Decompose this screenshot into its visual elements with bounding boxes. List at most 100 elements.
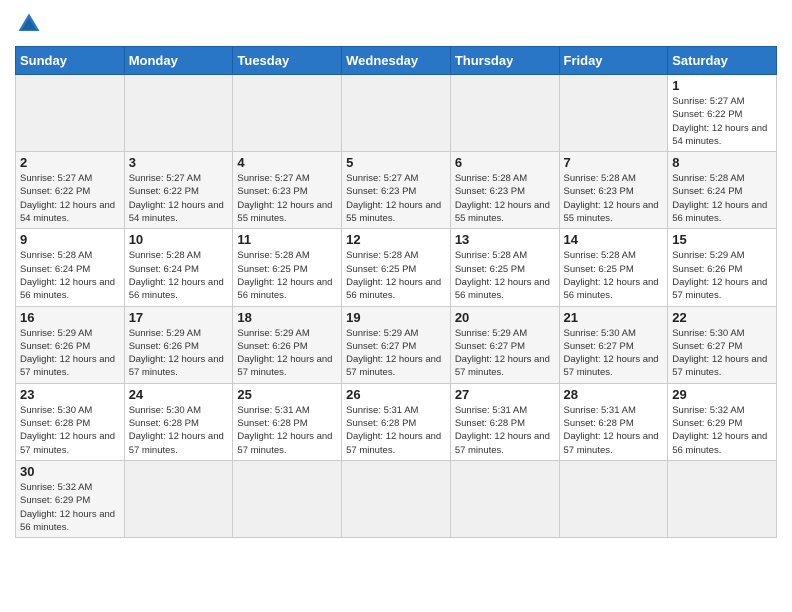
- day-info: Sunrise: 5:28 AM Sunset: 6:25 PM Dayligh…: [237, 249, 337, 302]
- day-number: 22: [672, 310, 772, 325]
- calendar-cell: 20 Sunrise: 5:29 AM Sunset: 6:27 PM Dayli…: [450, 306, 559, 383]
- day-number: 26: [346, 387, 446, 402]
- day-number: 29: [672, 387, 772, 402]
- day-number: 16: [20, 310, 120, 325]
- day-number: 4: [237, 155, 337, 170]
- calendar-cell: 15Sunrise: 5:29 AM Sunset: 6:26 PM Dayli…: [668, 229, 777, 306]
- day-info: Sunrise: 5:29 AM Sunset: 6:26 PM Dayligh…: [672, 249, 772, 302]
- calendar-cell: 28 Sunrise: 5:31 AM Sunset: 6:28 PM Dayli…: [559, 383, 668, 460]
- day-info: Sunrise: 5:31 AM Sunset: 6:28 PM Dayligh…: [564, 404, 664, 457]
- calendar-week-row: 23 Sunrise: 5:30 AM Sunset: 6:28 PM Dayli…: [16, 383, 777, 460]
- logo: [15, 10, 47, 38]
- calendar-cell: 25Sunrise: 5:31 AM Sunset: 6:28 PM Dayli…: [233, 383, 342, 460]
- day-number: 18: [237, 310, 337, 325]
- calendar-cell: [124, 75, 233, 152]
- day-info: Sunrise: 5:30 AM Sunset: 6:28 PM Dayligh…: [20, 404, 120, 457]
- calendar-cell: 22 Sunrise: 5:30 AM Sunset: 6:27 PM Dayli…: [668, 306, 777, 383]
- calendar-cell: [668, 460, 777, 537]
- day-number: 6: [455, 155, 555, 170]
- day-of-week-header: Thursday: [450, 47, 559, 75]
- calendar-cell: 7 Sunrise: 5:28 AM Sunset: 6:23 PM Daylig…: [559, 152, 668, 229]
- calendar-cell: [233, 75, 342, 152]
- calendar-cell: 3 Sunrise: 5:27 AM Sunset: 6:22 PM Daylig…: [124, 152, 233, 229]
- day-of-week-header: Sunday: [16, 47, 125, 75]
- day-number: 20: [455, 310, 555, 325]
- calendar-cell: [559, 75, 668, 152]
- calendar-cell: 23 Sunrise: 5:30 AM Sunset: 6:28 PM Dayli…: [16, 383, 125, 460]
- day-number: 19: [346, 310, 446, 325]
- calendar-cell: [342, 75, 451, 152]
- day-info: Sunrise: 5:27 AM Sunset: 6:22 PM Dayligh…: [20, 172, 120, 225]
- day-number: 28: [564, 387, 664, 402]
- day-number: 1: [672, 78, 772, 93]
- day-info: Sunrise: 5:28 AM Sunset: 6:24 PM Dayligh…: [20, 249, 120, 302]
- day-info: Sunrise: 5:29 AM Sunset: 6:26 PM Dayligh…: [20, 327, 120, 380]
- day-number: 5: [346, 155, 446, 170]
- day-number: 25: [237, 387, 337, 402]
- calendar-cell: 2 Sunrise: 5:27 AM Sunset: 6:22 PM Daylig…: [16, 152, 125, 229]
- calendar-cell: 14Sunrise: 5:28 AM Sunset: 6:25 PM Dayli…: [559, 229, 668, 306]
- calendar-week-row: 1 Sunrise: 5:27 AM Sunset: 6:22 PM Daylig…: [16, 75, 777, 152]
- day-number: 8: [672, 155, 772, 170]
- calendar-header-row: SundayMondayTuesdayWednesdayThursdayFrid…: [16, 47, 777, 75]
- day-info: Sunrise: 5:28 AM Sunset: 6:24 PM Dayligh…: [672, 172, 772, 225]
- day-number: 2: [20, 155, 120, 170]
- calendar-table: SundayMondayTuesdayWednesdayThursdayFrid…: [15, 46, 777, 538]
- calendar-week-row: 16 Sunrise: 5:29 AM Sunset: 6:26 PM Dayli…: [16, 306, 777, 383]
- calendar-cell: 16 Sunrise: 5:29 AM Sunset: 6:26 PM Dayli…: [16, 306, 125, 383]
- day-of-week-header: Monday: [124, 47, 233, 75]
- calendar-cell: 24Sunrise: 5:30 AM Sunset: 6:28 PM Dayli…: [124, 383, 233, 460]
- day-of-week-header: Saturday: [668, 47, 777, 75]
- day-info: Sunrise: 5:28 AM Sunset: 6:23 PM Dayligh…: [455, 172, 555, 225]
- day-number: 9: [20, 232, 120, 247]
- day-info: Sunrise: 5:27 AM Sunset: 6:22 PM Dayligh…: [672, 95, 772, 148]
- day-number: 11: [237, 232, 337, 247]
- calendar-cell: [559, 460, 668, 537]
- day-number: 7: [564, 155, 664, 170]
- calendar-cell: 12 Sunrise: 5:28 AM Sunset: 6:25 PM Dayli…: [342, 229, 451, 306]
- calendar-week-row: 30Sunrise: 5:32 AM Sunset: 6:29 PM Dayli…: [16, 460, 777, 537]
- day-info: Sunrise: 5:27 AM Sunset: 6:23 PM Dayligh…: [237, 172, 337, 225]
- calendar-cell: 21Sunrise: 5:30 AM Sunset: 6:27 PM Dayli…: [559, 306, 668, 383]
- day-number: 10: [129, 232, 229, 247]
- logo-icon: [15, 10, 43, 38]
- calendar-cell: 10Sunrise: 5:28 AM Sunset: 6:24 PM Dayli…: [124, 229, 233, 306]
- day-number: 23: [20, 387, 120, 402]
- day-number: 17: [129, 310, 229, 325]
- calendar-cell: 6 Sunrise: 5:28 AM Sunset: 6:23 PM Daylig…: [450, 152, 559, 229]
- page-header: [15, 10, 777, 38]
- day-number: 13: [455, 232, 555, 247]
- calendar-cell: [450, 75, 559, 152]
- calendar-cell: 9 Sunrise: 5:28 AM Sunset: 6:24 PM Daylig…: [16, 229, 125, 306]
- calendar-cell: 19 Sunrise: 5:29 AM Sunset: 6:27 PM Dayli…: [342, 306, 451, 383]
- day-info: Sunrise: 5:29 AM Sunset: 6:27 PM Dayligh…: [346, 327, 446, 380]
- calendar-cell: [450, 460, 559, 537]
- day-info: Sunrise: 5:32 AM Sunset: 6:29 PM Dayligh…: [20, 481, 120, 534]
- day-number: 12: [346, 232, 446, 247]
- day-info: Sunrise: 5:29 AM Sunset: 6:26 PM Dayligh…: [237, 327, 337, 380]
- day-info: Sunrise: 5:31 AM Sunset: 6:28 PM Dayligh…: [455, 404, 555, 457]
- day-info: Sunrise: 5:30 AM Sunset: 6:27 PM Dayligh…: [672, 327, 772, 380]
- calendar-cell: 5Sunrise: 5:27 AM Sunset: 6:23 PM Daylig…: [342, 152, 451, 229]
- day-info: Sunrise: 5:32 AM Sunset: 6:29 PM Dayligh…: [672, 404, 772, 457]
- day-of-week-header: Wednesday: [342, 47, 451, 75]
- day-number: 24: [129, 387, 229, 402]
- day-info: Sunrise: 5:28 AM Sunset: 6:23 PM Dayligh…: [564, 172, 664, 225]
- day-info: Sunrise: 5:28 AM Sunset: 6:25 PM Dayligh…: [346, 249, 446, 302]
- day-number: 27: [455, 387, 555, 402]
- day-of-week-header: Friday: [559, 47, 668, 75]
- calendar-week-row: 9 Sunrise: 5:28 AM Sunset: 6:24 PM Daylig…: [16, 229, 777, 306]
- calendar-cell: 18 Sunrise: 5:29 AM Sunset: 6:26 PM Dayli…: [233, 306, 342, 383]
- day-number: 3: [129, 155, 229, 170]
- calendar-cell: [124, 460, 233, 537]
- calendar-cell: 4 Sunrise: 5:27 AM Sunset: 6:23 PM Daylig…: [233, 152, 342, 229]
- calendar-cell: 29 Sunrise: 5:32 AM Sunset: 6:29 PM Dayli…: [668, 383, 777, 460]
- day-info: Sunrise: 5:31 AM Sunset: 6:28 PM Dayligh…: [346, 404, 446, 457]
- calendar-cell: 8 Sunrise: 5:28 AM Sunset: 6:24 PM Daylig…: [668, 152, 777, 229]
- day-info: Sunrise: 5:29 AM Sunset: 6:27 PM Dayligh…: [455, 327, 555, 380]
- calendar-cell: [16, 75, 125, 152]
- calendar-week-row: 2 Sunrise: 5:27 AM Sunset: 6:22 PM Daylig…: [16, 152, 777, 229]
- calendar-cell: 30Sunrise: 5:32 AM Sunset: 6:29 PM Dayli…: [16, 460, 125, 537]
- day-info: Sunrise: 5:29 AM Sunset: 6:26 PM Dayligh…: [129, 327, 229, 380]
- day-info: Sunrise: 5:27 AM Sunset: 6:22 PM Dayligh…: [129, 172, 229, 225]
